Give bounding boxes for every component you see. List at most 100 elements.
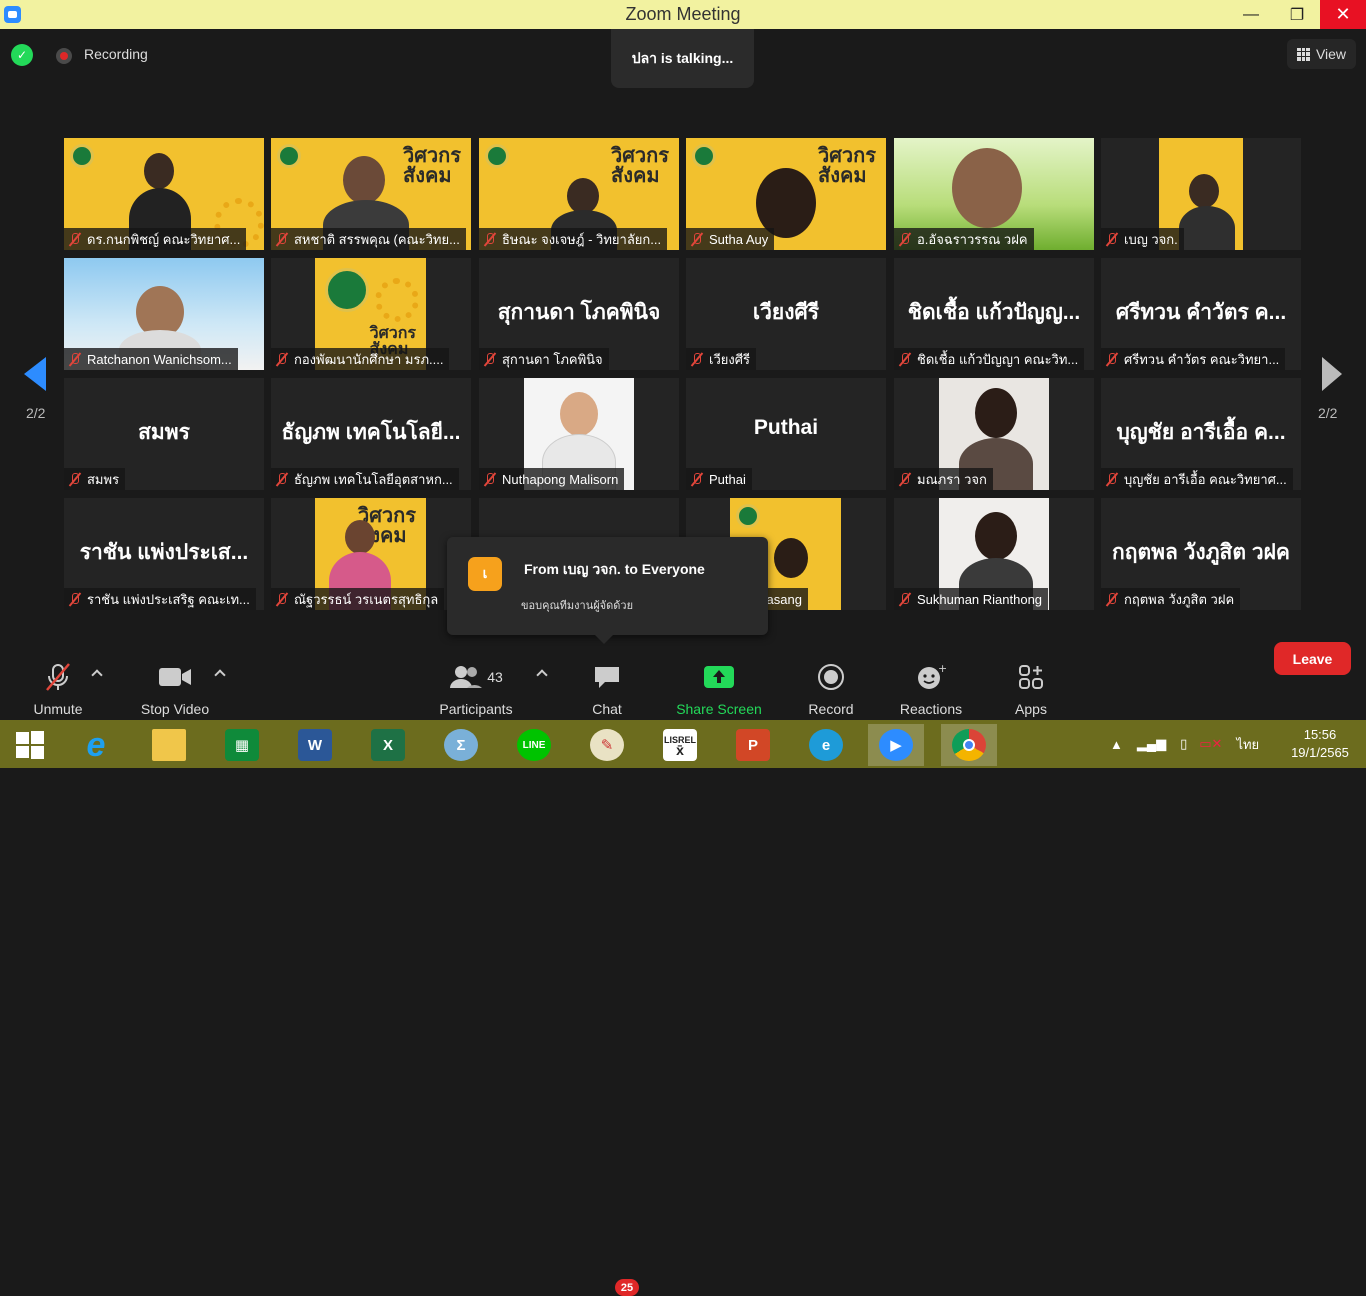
university-logo	[736, 504, 760, 528]
audio-options-chevron-icon[interactable]	[91, 669, 103, 681]
network-disconnected-icon[interactable]: ▭✕	[1199, 736, 1222, 752]
banner-text: วิศวกรสังคม	[817, 145, 876, 187]
muted-mic-icon	[690, 232, 704, 246]
participant-name-tag: ราชัน แพ่งประเสริฐ คณะเท...	[64, 588, 256, 610]
signal-icon[interactable]: ▂▄▆	[1137, 736, 1166, 752]
video-tile[interactable]: ดร.กนกพิชญ์ คณะวิทยาศ...	[64, 138, 264, 250]
muted-mic-icon	[275, 232, 289, 246]
input-language[interactable]: ไทย	[1236, 734, 1259, 755]
clock-time: 15:56	[1303, 727, 1337, 742]
zoom-taskbar-icon[interactable]: ▶	[868, 724, 924, 766]
video-tile[interactable]: วิศวกร สังคม สหชาติ สรรพคุณ (คณะวิทย...	[271, 138, 471, 250]
video-tile[interactable]: วิศวกร สังคม ธิษณะ จงเจษฎ์ - วิทยาลัยก...	[479, 138, 679, 250]
video-tile[interactable]: ศรีทวน คำวัตร ค... ศรีทวน คำวัตร คณะวิทย…	[1101, 258, 1301, 370]
apps-icon	[1010, 661, 1052, 693]
share-screen-button[interactable]: Share Screen	[672, 661, 766, 717]
math-input-icon[interactable]: Σ	[433, 724, 489, 766]
recording-label: Recording	[84, 46, 148, 62]
video-tile[interactable]: ราชัน แพ่งประเส... ราชัน แพ่งประเสริฐ คณ…	[64, 498, 264, 610]
prev-page-arrow-icon[interactable]	[24, 357, 46, 391]
powerpoint-icon[interactable]: P	[725, 724, 781, 766]
video-tile[interactable]: วิศวกร สังคม ณัฐวรรธน์ วรเนตรสุทธิกุล	[271, 498, 471, 610]
leave-button[interactable]: Leave	[1274, 642, 1351, 675]
video-tile[interactable]: เวียงศีรี เวียงศีรี	[686, 258, 886, 370]
page-indicator-right: 2/2	[1318, 405, 1338, 421]
recording-icon[interactable]	[56, 48, 72, 64]
video-tile[interactable]: Puthai Puthai	[686, 378, 886, 490]
muted-mic-icon	[898, 232, 912, 246]
line-app-icon[interactable]: LINE	[506, 724, 562, 766]
university-logo	[70, 144, 94, 168]
video-tile[interactable]: Ratchanon Wanichsom...	[64, 258, 264, 370]
chrome-icon[interactable]	[941, 724, 997, 766]
participant-name-tag: ศรีทวน คำวัตร คณะวิทยา...	[1101, 348, 1286, 370]
video-tile[interactable]: อ.อัจฉราวรรณ วฝค	[894, 138, 1094, 250]
apps-button[interactable]: Apps	[1010, 661, 1052, 717]
record-icon	[804, 661, 858, 693]
participant-face	[975, 512, 1017, 560]
video-tile[interactable]: ชิดเชื้อ แก้วปัญญ... ชิดเชื้อ แก้วปัญญา …	[894, 258, 1094, 370]
view-label: View	[1315, 46, 1347, 62]
video-tile[interactable]: วิศวกรสังคม กองพัฒนานักศึกษา มรภ....	[271, 258, 471, 370]
video-tile[interactable]: Sukhuman Rianthong	[894, 498, 1094, 610]
participant-big-name: ศรีทวน คำวัตร ค...	[1115, 301, 1287, 324]
participant-name-tag: ธัญภพ เทคโนโลยีอุตสาหก...	[271, 468, 459, 490]
participant-name-tag: Ratchanon Wanichsom...	[64, 348, 238, 370]
video-tile[interactable]: สมพร สมพร	[64, 378, 264, 490]
lisrel-icon[interactable]: LISREL x̄	[652, 724, 708, 766]
chat-button[interactable]: Chat	[584, 661, 630, 717]
word-icon[interactable]: W	[287, 724, 343, 766]
stop-video-button[interactable]: Stop Video	[133, 661, 217, 717]
video-tile[interactable]: กฤตพล วังภูสิต วฝค กฤตพล วังภูสิต วฝค	[1101, 498, 1301, 610]
muted-mic-icon	[483, 232, 497, 246]
participant-name-tag: บุญชัย อารีเอื้อ คณะวิทยาศ...	[1101, 468, 1293, 490]
grid-icon	[1296, 47, 1310, 61]
internet-explorer-icon[interactable]: e	[68, 724, 124, 766]
participant-name-tag: เวียงศีรี	[686, 348, 756, 370]
edge-icon[interactable]: e	[798, 724, 854, 766]
participant-big-name: สมพร	[138, 421, 190, 444]
video-tile[interactable]: มณภรา วจก	[894, 378, 1094, 490]
video-tile[interactable]: เบญ วจก.	[1101, 138, 1301, 250]
security-shield-icon[interactable]	[11, 44, 33, 66]
video-tile[interactable]: ธัญภพ เทคโนโลยี... ธัญภพ เทคโนโลยีอุตสาห…	[271, 378, 471, 490]
start-button[interactable]	[2, 724, 58, 766]
participant-body	[1179, 206, 1235, 250]
participant-big-name: Puthai	[753, 416, 819, 439]
participant-name-tag: ดร.กนกพิชญ์ คณะวิทยาศ...	[64, 228, 247, 250]
video-tile[interactable]: สุกานดา โภคพินิจ สุกานดา โภคพินิจ	[479, 258, 679, 370]
participants-chevron-icon[interactable]	[536, 669, 548, 681]
chat-notification[interactable]: เ From เบญ วจก. to Everyone ขอบคุณทีมงาน…	[447, 537, 768, 644]
participant-face	[1189, 174, 1219, 208]
share-screen-icon	[672, 661, 766, 693]
view-button[interactable]: View	[1287, 39, 1356, 69]
maximize-button[interactable]: ❐	[1274, 0, 1320, 29]
participant-name-tag: สมพร	[64, 468, 126, 490]
participant-big-name: กฤตพล วังภูสิต วฝค	[1112, 541, 1290, 564]
video-tile[interactable]: บุญชัย อารีเอื้อ ค... บุญชัย อารีเอื้อ ค…	[1101, 378, 1301, 490]
video-tile[interactable]: วิศวกร สังคม Sutha Auy	[686, 138, 886, 250]
record-button[interactable]: Record	[804, 661, 858, 717]
participant-big-name: ธัญภพ เทคโนโลยี...	[281, 421, 461, 444]
excel-icon[interactable]: X	[360, 724, 416, 766]
next-page-arrow-icon[interactable]	[1322, 357, 1342, 391]
video-tile[interactable]: Nuthapong Malisorn	[479, 378, 679, 490]
muted-mic-icon	[1105, 232, 1119, 246]
reactions-button[interactable]: + Reactions	[896, 661, 966, 717]
close-button[interactable]: ✕	[1320, 0, 1366, 29]
participant-name-tag: Sukhuman Rianthong	[894, 588, 1049, 610]
chat-unread-badge: 25	[615, 1279, 639, 1296]
paint-icon[interactable]: ✎	[579, 724, 635, 766]
muted-mic-icon	[483, 472, 497, 486]
unmute-button[interactable]: Unmute	[28, 661, 88, 717]
store-icon[interactable]: ▦	[214, 724, 270, 766]
taskbar-clock[interactable]: 15:56 19/1/2565	[1290, 726, 1350, 762]
tray-expand-icon[interactable]: ▲	[1110, 737, 1123, 752]
participant-face	[345, 520, 375, 554]
chat-bubble-icon	[584, 661, 630, 693]
participant-name-tag: กฤตพล วังภูสิต วฝค	[1101, 588, 1241, 610]
participants-button[interactable]: 43 Participants	[434, 661, 518, 717]
minimize-button[interactable]: —	[1228, 0, 1274, 29]
file-explorer-icon[interactable]	[141, 724, 197, 766]
battery-icon[interactable]: ▯	[1180, 736, 1187, 752]
